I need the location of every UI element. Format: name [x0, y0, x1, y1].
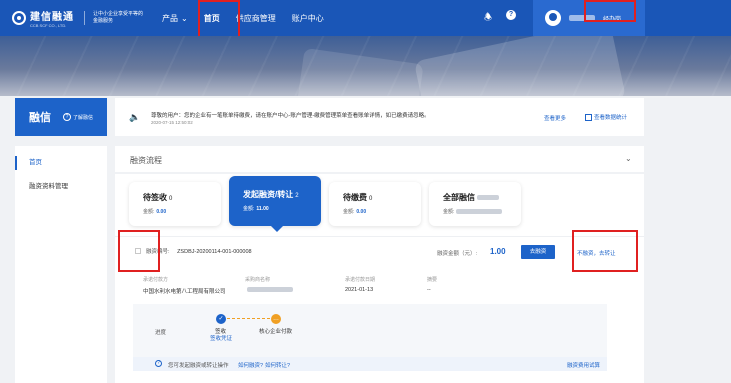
user-name-redacted: [569, 15, 595, 21]
nav-home[interactable]: 首页: [204, 13, 220, 24]
speaker-icon: 🔈: [129, 112, 141, 122]
logo-icon: [12, 11, 26, 25]
sidebar-item-home[interactable]: 首页: [15, 156, 107, 170]
card-amount-label: 金额:: [443, 209, 455, 215]
flow-title: 融资流程: [130, 156, 162, 165]
detail-payer: 承诺付款方 中国水利水电第八工程局有限公司: [143, 276, 226, 295]
help-link[interactable]: ? 了解融信: [63, 113, 93, 121]
notice-text: 尊敬的用户：您的企业有一笔账单待缴费，请在账户中心-账户管理-缴费管理菜单查看账…: [151, 113, 430, 119]
card-count: 0: [169, 196, 173, 202]
nav-supplier[interactable]: 供应商管理: [236, 13, 276, 24]
question-icon: ?: [63, 113, 71, 121]
notification-icon[interactable]: 🕭: [484, 10, 492, 26]
nav-product-label: 产品: [162, 13, 178, 23]
check-icon: ✓: [216, 314, 226, 324]
view-stats-link[interactable]: 查看数据统计: [585, 113, 627, 121]
help-link-label: 了解融信: [73, 114, 94, 121]
user-menu[interactable]: 经办岗: [533, 0, 645, 36]
detail-value: 中国水利水电第八工程局有限公司: [143, 289, 226, 295]
detail-label: 摘要: [427, 277, 438, 283]
detail-label: 采购商名称: [245, 277, 271, 283]
nav-product[interactable]: 产品 ⌄: [162, 13, 188, 24]
brand-slogan: 让中小企业享受平等的金融服务: [84, 11, 144, 25]
card-amount: 11.00: [256, 206, 269, 212]
application-number-value: ZSDBJ-20200114-001-000008: [177, 249, 252, 255]
detail-value: 2021-01-13: [345, 287, 374, 293]
hero-banner: [0, 36, 731, 96]
notice-date: 2020-07-15 12:50:02: [151, 120, 193, 125]
detail-summary: 摘要 --: [427, 276, 437, 293]
card-title: 全部融信: [443, 193, 475, 202]
transfer-link[interactable]: 不融资，去转让: [577, 249, 616, 257]
step-connector: [227, 318, 270, 319]
card-count: 0: [369, 196, 373, 202]
application-row: 融资编号: ZSDBJ-20200114-001-000008 融资金额（元）:…: [115, 236, 644, 264]
user-role: 经办岗: [603, 16, 622, 23]
chevron-down-icon[interactable]: ⌄: [625, 154, 632, 163]
progress-label: 进度: [155, 330, 167, 336]
chevron-down-icon: ⌄: [181, 13, 188, 23]
card-count: 2: [295, 193, 299, 199]
avatar: [545, 10, 561, 26]
detail-label: 承诺付款日期: [345, 277, 376, 283]
application-number: 融资编号: ZSDBJ-20200114-001-000008: [146, 247, 252, 255]
tip-text: 您可发起融资或转让操作: [168, 363, 229, 369]
help-icon[interactable]: ?: [506, 10, 517, 20]
nav-account[interactable]: 账户中心: [292, 13, 324, 24]
brand-sub: CCB SCF CO., LTD.: [30, 23, 67, 28]
page-title: 融信: [29, 112, 51, 124]
go-finance-button[interactable]: 去融资: [521, 245, 555, 259]
detail-label: 承诺付款方: [143, 277, 169, 283]
detail-value-redacted: [247, 287, 293, 293]
select-checkbox[interactable]: [135, 248, 141, 254]
card-pending-payment[interactable]: 待缴费 0 金额: 0.00: [329, 182, 421, 226]
step2-label: 核心企业付款: [259, 329, 293, 335]
sidebar: 首页 融资资料管理: [15, 146, 107, 383]
detail-date: 承诺付款日期 2021-01-13: [345, 276, 375, 293]
card-amount: 0.00: [156, 209, 167, 215]
view-more-link[interactable]: 查看更多: [544, 114, 566, 122]
question-icon: ?: [155, 360, 162, 367]
pending-icon: …: [271, 314, 281, 324]
flow-header[interactable]: 融资流程 ⌄: [115, 146, 644, 172]
card-pending-sign[interactable]: 待签收 0 金额: 0.00: [129, 182, 221, 226]
brand-name: 建信融通: [30, 12, 74, 23]
how-transfer-link[interactable]: 如何转让?: [265, 361, 290, 369]
card-amount-label: 金额:: [343, 209, 355, 215]
view-stats-label: 查看数据统计: [594, 115, 628, 121]
application-number-label: 融资编号:: [146, 249, 170, 255]
sign-voucher-link[interactable]: 签收凭证: [210, 334, 232, 342]
card-initiate-finance[interactable]: 发起融资/转让 2 金额: 11.00: [229, 176, 321, 232]
grid-icon: [585, 113, 592, 121]
progress-panel: 进度 ✓ … 签收 签收凭证 核心企业付款: [133, 304, 607, 362]
card-count-redacted: [477, 195, 499, 201]
amount-value: 1.00: [490, 247, 506, 256]
fee-calculator-link[interactable]: 融资费用试算: [567, 361, 600, 369]
sidebar-item-materials[interactable]: 融资资料管理: [15, 180, 107, 194]
card-all-rongxin[interactable]: 全部融信 金额:: [429, 182, 521, 226]
detail-value: --: [427, 287, 431, 293]
detail-buyer: 采购商名称: [245, 276, 293, 293]
card-title: 待签收: [143, 193, 167, 202]
how-finance-link[interactable]: 如何融资?: [238, 361, 263, 369]
amount-label: 融资金额（元）:: [437, 251, 478, 257]
notice-bar: 🔈 尊敬的用户：您的企业有一笔账单待缴费，请在账户中心-账户管理-缴费管理菜单查…: [115, 98, 644, 136]
page-title-block: 融信 ? 了解融信: [15, 98, 107, 136]
card-amount: 0.00: [356, 209, 367, 215]
header-icons: 🕭 ?: [484, 10, 517, 26]
brand-logo[interactable]: 建信融通 CCB SCF CO., LTD.: [12, 8, 74, 28]
card-amount-redacted: [456, 209, 503, 215]
tip-bar: ? 您可发起融资或转让操作 如何融资? 如何转让? 融资费用试算: [133, 357, 607, 371]
card-title: 发起融资/转让: [243, 190, 294, 199]
card-amount-label: 金额:: [143, 209, 155, 215]
main-panel: 待签收 0 金额: 0.00 发起融资/转让 2 金额: 11.00 待缴费 0 金额: 0…: [115, 174, 644, 383]
card-amount-label: 金额:: [243, 206, 255, 212]
card-title: 待缴费: [343, 193, 367, 202]
